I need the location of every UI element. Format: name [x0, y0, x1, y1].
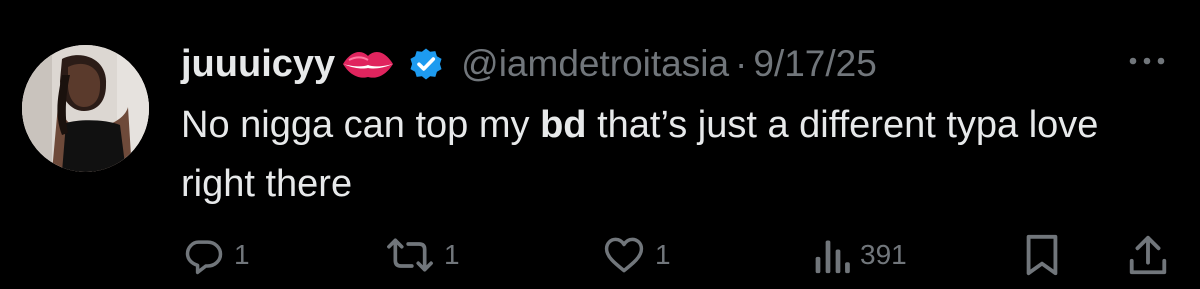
heart-icon: [604, 237, 644, 273]
like-count: 1: [655, 239, 671, 270]
like-button[interactable]: 1: [601, 228, 671, 282]
more-options-icon[interactable]: [1125, 52, 1169, 70]
tweet-text-bold: bd: [540, 104, 587, 146]
bookmark-icon: [1026, 234, 1058, 276]
avatar[interactable]: [22, 45, 149, 172]
tweet[interactable]: juuuicyy @iamdetroitasia · 9/17/25 No ni…: [0, 0, 1200, 289]
retweet-icon: [387, 238, 433, 272]
tweet-header: juuuicyy @iamdetroitasia · 9/17/25: [181, 34, 877, 94]
verified-badge-icon[interactable]: [407, 45, 445, 83]
lips-icon: [341, 47, 395, 81]
retweet-count: 1: [444, 239, 460, 270]
retweet-button[interactable]: 1: [384, 228, 460, 282]
user-handle[interactable]: @iamdetroitasia: [461, 43, 729, 85]
reply-count: 1: [234, 239, 250, 270]
share-button[interactable]: [1126, 228, 1170, 282]
bookmark-button[interactable]: [1022, 228, 1062, 282]
tweet-text: No nigga can top my bd that’s just a dif…: [181, 96, 1171, 214]
view-count: 391: [860, 239, 907, 270]
tweet-date[interactable]: 9/17/25: [753, 43, 876, 85]
share-icon: [1129, 235, 1167, 275]
display-name[interactable]: juuuicyy: [181, 43, 335, 86]
views-icon: [815, 240, 850, 274]
tweet-text-part1: No nigga can top my: [181, 104, 541, 146]
reply-icon: [185, 240, 223, 275]
views-button[interactable]: 391: [812, 228, 907, 282]
reply-button[interactable]: 1: [182, 228, 250, 282]
header-separator: ·: [735, 43, 748, 84]
action-bar: 1 1 1 391: [0, 228, 1200, 282]
